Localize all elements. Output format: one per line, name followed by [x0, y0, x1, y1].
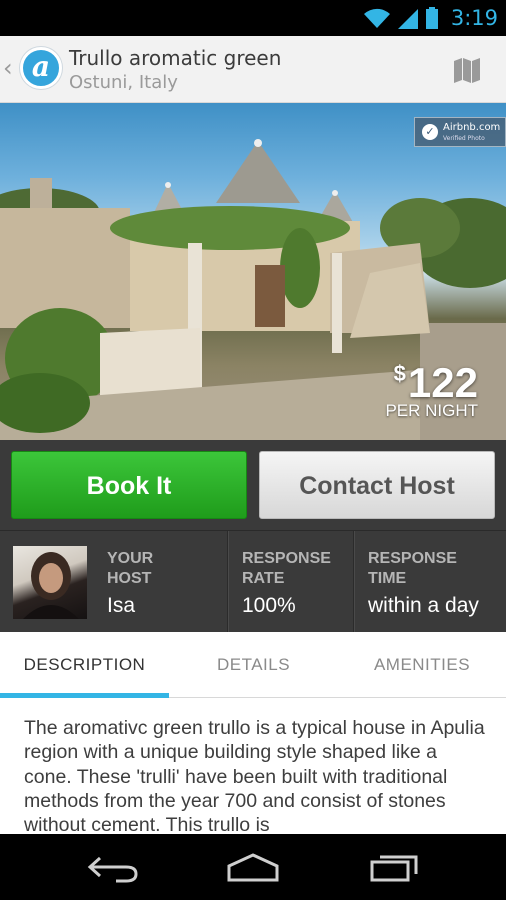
price-period: PER NIGHT — [385, 401, 478, 420]
badge-caption: Verified Photo — [443, 135, 485, 142]
divider — [353, 531, 354, 633]
listing-location: Ostuni, Italy — [69, 72, 178, 93]
chevron-left-icon[interactable]: ‹ — [3, 56, 13, 80]
divider — [227, 531, 228, 633]
tab-details[interactable]: DETAILS — [169, 632, 338, 698]
back-icon[interactable] — [86, 850, 142, 884]
map-icon[interactable] — [452, 55, 482, 85]
app-logo[interactable]: a — [20, 47, 62, 89]
host-info-bar: YOUR HOST Isa RESPONSE RATE 100% RESPONS… — [0, 530, 506, 633]
status-time: 3:19 — [450, 6, 498, 30]
system-nav-bar — [0, 834, 506, 900]
status-icons: 3:19 — [363, 4, 498, 32]
verified-photo-badge: ✓ Airbnb.com Verified Photo — [414, 117, 506, 147]
checkmark-icon: ✓ — [422, 124, 438, 140]
action-buttons: Book It Contact Host — [0, 440, 506, 530]
logo-letter: a — [31, 50, 51, 83]
host-avatar[interactable] — [13, 546, 87, 619]
avatar-illustration — [23, 552, 79, 619]
response-rate-label: RESPONSE RATE — [242, 550, 331, 587]
action-bar: ‹ a Trullo aromatic green Ostuni, Italy — [0, 36, 506, 103]
nightly-price: $122 — [394, 351, 478, 406]
price-amount: 122 — [407, 359, 478, 406]
tab-amenities[interactable]: AMENITIES — [338, 632, 506, 698]
response-time-value: within a day — [368, 594, 479, 617]
status-bar: 3:19 — [0, 0, 506, 36]
contact-host-button[interactable]: Contact Host — [259, 451, 495, 519]
response-rate-value: 100% — [242, 594, 296, 617]
description-panel[interactable]: The aromativc green trullo is a typical … — [0, 698, 506, 834]
listing-title: Trullo aromatic green — [69, 46, 282, 70]
your-host-label: YOUR HOST — [107, 550, 154, 587]
home-icon[interactable] — [225, 850, 281, 884]
wifi-icon — [363, 8, 390, 28]
book-it-button[interactable]: Book It — [11, 451, 247, 519]
host-name[interactable]: Isa — [107, 594, 135, 618]
listing-photo[interactable]: ✓ Airbnb.com Verified Photo $122 PER NIG… — [0, 103, 506, 440]
battery-icon — [425, 7, 438, 29]
tab-bar: DESCRIPTION DETAILS AMENITIES — [0, 632, 506, 699]
recent-apps-icon[interactable] — [366, 850, 422, 884]
currency-symbol: $ — [393, 361, 406, 386]
response-time-label: RESPONSE TIME — [368, 550, 457, 587]
description-text: The aromativc green trullo is a typical … — [24, 717, 485, 834]
tab-description[interactable]: DESCRIPTION — [0, 632, 169, 699]
signal-icon — [397, 9, 418, 29]
badge-brand: Airbnb.com — [443, 122, 501, 133]
